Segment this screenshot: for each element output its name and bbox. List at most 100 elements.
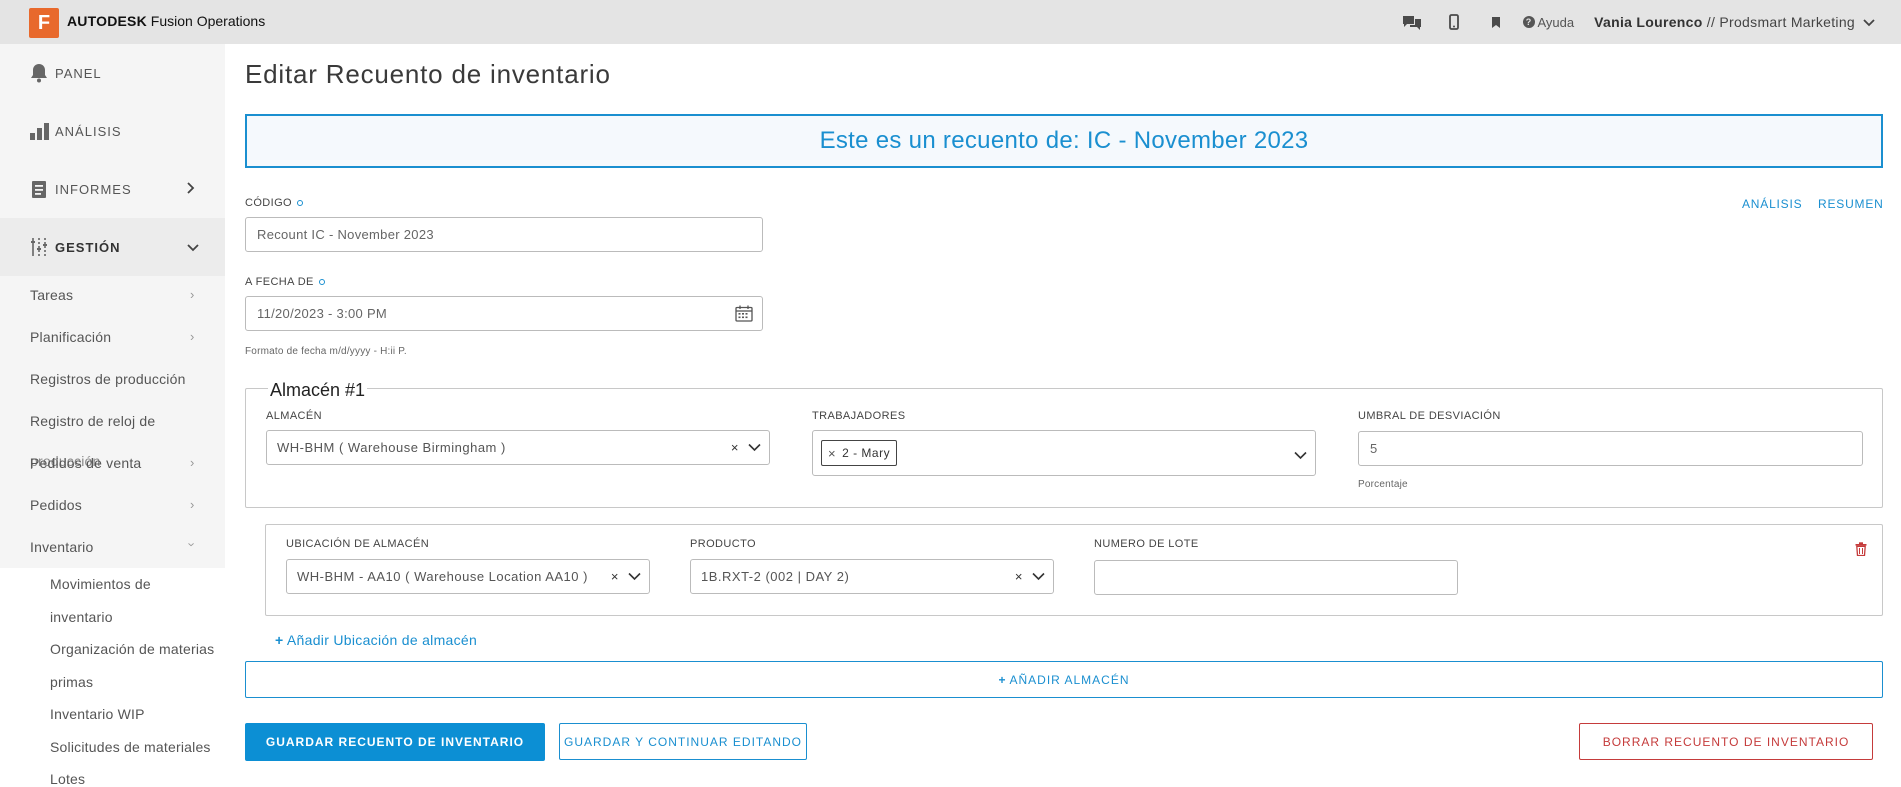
sidebar-sub-clock-records[interactable]: Registro de reloj de	[30, 413, 155, 429]
delete-count-button[interactable]: BORRAR RECUENTO DE INVENTARIO	[1579, 723, 1873, 760]
clear-icon[interactable]: ×	[611, 569, 619, 584]
required-icon	[318, 279, 325, 286]
required-icon	[297, 200, 304, 207]
chevron-down-icon: ›	[184, 542, 200, 547]
sidebar-label: INFORMES	[55, 181, 132, 197]
chevron-down-icon	[1032, 569, 1045, 584]
bar-chart-icon	[29, 121, 49, 141]
warehouse-label: ALMACÉN	[266, 410, 322, 422]
chevron-right-icon: ›	[190, 497, 195, 512]
sidebar-item-reports[interactable]: INFORMES	[0, 160, 225, 218]
user-info: Vania Lourenco // Prodsmart Marketing	[1594, 14, 1855, 30]
user-company: // Prodsmart Marketing	[1706, 14, 1855, 30]
sidebar-label: PANEL	[55, 65, 102, 81]
add-location-link[interactable]: + Añadir Ubicación de almacén	[275, 632, 477, 648]
sliders-icon	[29, 237, 49, 257]
sidebar-item-management[interactable]: GESTIÓN	[0, 218, 225, 276]
worker-tag: × 2 - Mary	[821, 440, 898, 466]
warehouse-select[interactable]: WH-BHM ( Warehouse Birmingham ) ×	[266, 430, 770, 465]
summary-link[interactable]: RESUMEN	[1818, 197, 1884, 211]
sidebar-inv-lots[interactable]: Lotes	[50, 771, 85, 787]
sidebar-inv-material-requests[interactable]: Solicitudes de materiales	[50, 739, 211, 755]
sidebar-item-panel[interactable]: PANEL	[0, 44, 225, 102]
chevron-right-icon: ›	[190, 287, 195, 302]
warehouse-value: WH-BHM ( Warehouse Birmingham )	[277, 440, 506, 455]
question-icon: ?	[1522, 16, 1535, 28]
threshold-help: Porcentaje	[1358, 479, 1408, 490]
sidebar-sub-planning[interactable]: Planificación	[30, 329, 111, 345]
chevron-right-icon	[187, 181, 195, 197]
sidebar-sub-inventory[interactable]: Inventario	[30, 539, 93, 555]
sidebar-sub-tasks[interactable]: Tareas	[30, 287, 73, 303]
add-warehouse-button[interactable]: + AÑADIR ALMACÉN	[245, 661, 1883, 698]
brand-name: AUTODESK	[67, 13, 147, 29]
calendar-icon[interactable]	[735, 305, 753, 325]
remove-tag-icon[interactable]: ×	[828, 446, 836, 461]
sidebar-inv-movements-2[interactable]: inventario	[50, 609, 113, 625]
workers-label: TRABAJADORES	[812, 410, 906, 422]
location-value: WH-BHM - AA10 ( Warehouse Location AA10 …	[297, 569, 588, 584]
mobile-icon[interactable]	[1433, 0, 1475, 44]
product-name: AUTODESK Fusion Operations	[67, 13, 265, 29]
top-right-actions: ? Ayuda Vania Lourenco // Prodsmart Mark…	[1391, 0, 1876, 44]
code-field[interactable]: Recount IC - November 2023	[245, 217, 763, 252]
date-value: 11/20/2023 - 3:00 PM	[257, 306, 388, 321]
report-icon	[29, 179, 49, 199]
threshold-label: UMBRAL DE DESVIACIÓN	[1358, 410, 1501, 422]
bookmark-icon[interactable]	[1475, 0, 1517, 44]
sidebar-sub-orders[interactable]: Pedidos	[30, 497, 82, 513]
warehouse-legend: Almacén #1	[268, 380, 368, 401]
chevron-down-icon	[1294, 448, 1307, 463]
sidebar-item-analysis[interactable]: ANÁLISIS	[0, 102, 225, 160]
workers-select[interactable]: × 2 - Mary	[812, 430, 1316, 476]
user-menu[interactable]: Vania Lourenco // Prodsmart Marketing	[1594, 14, 1875, 30]
chevron-down-icon	[748, 440, 761, 455]
chevron-down-icon	[1863, 14, 1875, 30]
worker-tag-label: 2 - Mary	[842, 446, 891, 460]
add-location-label: Añadir Ubicación de almacén	[286, 632, 478, 648]
product-label: PRODUCTO	[690, 538, 756, 550]
product-label: Fusion Operations	[150, 13, 266, 29]
sidebar-label: GESTIÓN	[55, 239, 121, 255]
user-name: Vania Lourenco	[1594, 14, 1703, 30]
add-warehouse-label: AÑADIR ALMACÉN	[1009, 672, 1130, 687]
product-value: 1B.RXT-2 (002 | DAY 2)	[701, 569, 850, 584]
date-field[interactable]: 11/20/2023 - 3:00 PM	[245, 296, 763, 331]
chevron-right-icon: ›	[190, 329, 195, 344]
date-label: A FECHA DE	[245, 276, 325, 288]
trash-icon[interactable]	[1855, 542, 1867, 561]
location-label: UBICACIÓN DE ALMACÉN	[286, 538, 430, 550]
sidebar: PANEL ANÁLISIS INFORMES GESTIÓN Tareas ›…	[0, 44, 225, 787]
help-link[interactable]: ? Ayuda	[1522, 15, 1574, 30]
chevron-right-icon: ›	[190, 455, 195, 470]
clear-icon[interactable]: ×	[731, 440, 739, 455]
sidebar-inv-raw-materials[interactable]: Organización de materias	[50, 641, 214, 657]
sidebar-sub-production-records[interactable]: Registros de producción	[30, 371, 186, 387]
sidebar-inv-wip[interactable]: Inventario WIP	[50, 706, 145, 722]
clear-icon[interactable]: ×	[1015, 569, 1023, 584]
product-select[interactable]: 1B.RXT-2 (002 | DAY 2) ×	[690, 559, 1054, 594]
sidebar-inv-movements[interactable]: Movimientos de	[50, 576, 151, 592]
date-label-text: A FECHA DE	[245, 276, 314, 288]
plus-icon: +	[998, 672, 1007, 687]
lot-label: NUMERO DE LOTE	[1094, 538, 1199, 550]
count-banner: Este es un recuento de: IC - November 20…	[245, 114, 1883, 168]
analysis-link[interactable]: ANÁLISIS	[1742, 197, 1802, 211]
top-bar: F AUTODESK Fusion Operations ? Ayuda Van…	[0, 0, 1901, 44]
page-title: Editar Recuento de inventario	[245, 59, 611, 89]
code-label: CÓDIGO	[245, 197, 304, 209]
save-count-button[interactable]: GUARDAR RECUENTO DE INVENTARIO	[245, 723, 545, 761]
chevron-down-icon	[187, 239, 199, 255]
sidebar-inv-raw-materials-2[interactable]: primas	[50, 674, 93, 690]
fusion-logo[interactable]: F	[29, 8, 59, 38]
date-format-help: Formato de fecha m/d/yyyy - H:ii P.	[245, 346, 407, 357]
sidebar-label: ANÁLISIS	[55, 123, 122, 139]
sidebar-sub-sales-orders[interactable]: Pedidos de venta	[30, 455, 141, 471]
save-continue-button[interactable]: GUARDAR Y CONTINUAR EDITANDO	[559, 723, 807, 760]
bell-icon	[29, 63, 49, 83]
chat-icon[interactable]	[1391, 0, 1433, 44]
threshold-field[interactable]: 5	[1358, 431, 1863, 466]
location-select[interactable]: WH-BHM - AA10 ( Warehouse Location AA10 …	[286, 559, 650, 594]
lot-field[interactable]	[1094, 560, 1458, 595]
chevron-down-icon	[628, 569, 641, 584]
